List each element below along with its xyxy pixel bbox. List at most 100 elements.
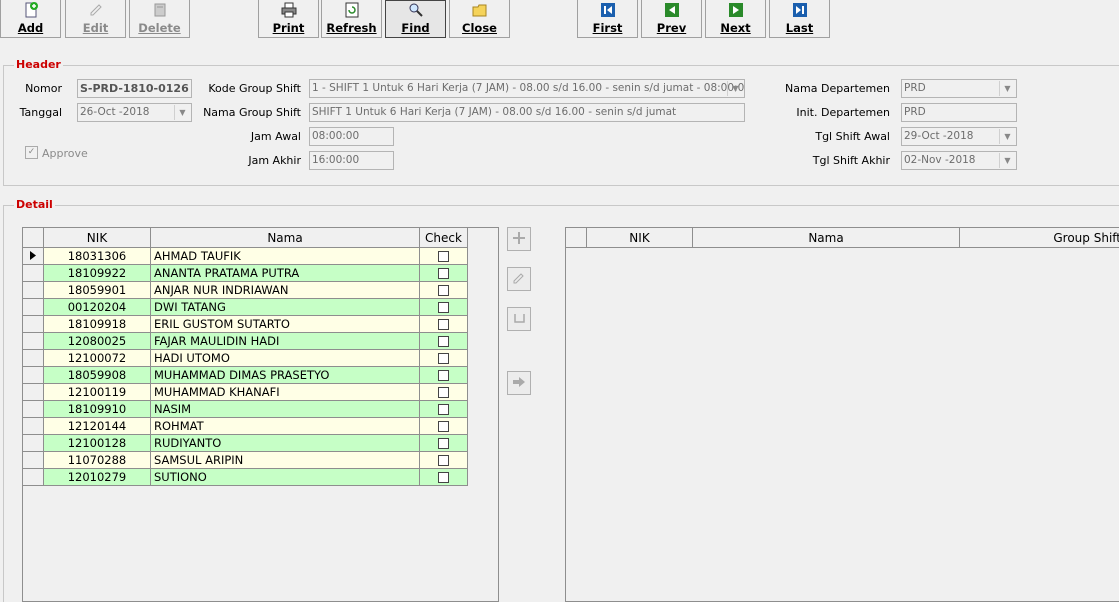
- tgl-awal-field[interactable]: 29-Oct -2018 ▼: [901, 127, 1017, 146]
- row-indicator[interactable]: [22, 366, 44, 384]
- shift-assignment-grid[interactable]: NIK Nama Group Shift: [565, 227, 1119, 602]
- cell-nik[interactable]: 12100119: [43, 383, 151, 401]
- row-indicator[interactable]: [22, 298, 44, 316]
- cell-nik[interactable]: 12010279: [43, 468, 151, 486]
- table-row[interactable]: 12010279 SUTIONO: [22, 468, 468, 486]
- undo-row-button[interactable]: [507, 307, 531, 331]
- cell-nik[interactable]: 18109918: [43, 315, 151, 333]
- prev-button[interactable]: Prev: [641, 0, 702, 38]
- row-checkbox[interactable]: [438, 455, 449, 466]
- chevron-down-icon[interactable]: ▼: [174, 105, 190, 120]
- kode-group-field[interactable]: 1 - SHIFT 1 Untuk 6 Hari Kerja (7 JAM) -…: [309, 79, 745, 98]
- cell-nik[interactable]: 18031306: [43, 247, 151, 265]
- table-row[interactable]: 12100128 RUDIYANTO: [22, 434, 468, 452]
- tanggal-field[interactable]: 26-Oct -2018 ▼: [77, 103, 192, 122]
- cell-nik[interactable]: 11070288: [43, 451, 151, 469]
- jam-awal-field[interactable]: 08:00:00: [309, 127, 394, 146]
- column-header-check[interactable]: Check: [419, 227, 468, 248]
- row-checkbox[interactable]: [438, 268, 449, 279]
- move-right-button[interactable]: [507, 371, 531, 395]
- row-indicator[interactable]: [22, 315, 44, 333]
- row-indicator[interactable]: [22, 281, 44, 299]
- add-row-button[interactable]: [507, 227, 531, 251]
- cell-nama[interactable]: SAMSUL ARIPIN: [150, 451, 420, 469]
- row-checkbox[interactable]: [438, 319, 449, 330]
- nomor-field[interactable]: S-PRD-1810-0126: [77, 79, 192, 98]
- cell-check[interactable]: [419, 349, 468, 367]
- delete-button[interactable]: Delete: [129, 0, 190, 38]
- cell-nama[interactable]: ANJAR NUR INDRIAWAN: [150, 281, 420, 299]
- cell-nama[interactable]: DWI TATANG: [150, 298, 420, 316]
- row-indicator[interactable]: [22, 400, 44, 418]
- cell-nama[interactable]: HADI UTOMO: [150, 349, 420, 367]
- chevron-down-icon[interactable]: ▼: [999, 153, 1015, 168]
- cell-nama[interactable]: ROHMAT: [150, 417, 420, 435]
- table-row[interactable]: 18109922 ANANTA PRATAMA PUTRA: [22, 264, 468, 282]
- cell-check[interactable]: [419, 298, 468, 316]
- cell-nik[interactable]: 18059908: [43, 366, 151, 384]
- chevron-down-icon[interactable]: ▼: [727, 81, 743, 96]
- cell-check[interactable]: [419, 264, 468, 282]
- cell-nik[interactable]: 18109922: [43, 264, 151, 282]
- table-row[interactable]: 18031306 AHMAD TAUFIK: [22, 247, 468, 265]
- cell-nama[interactable]: RUDIYANTO: [150, 434, 420, 452]
- cell-nama[interactable]: MUHAMMAD KHANAFI: [150, 383, 420, 401]
- row-checkbox[interactable]: [438, 370, 449, 381]
- tgl-akhir-field[interactable]: 02-Nov -2018 ▼: [901, 151, 1017, 170]
- row-checkbox[interactable]: [438, 251, 449, 262]
- cell-nik[interactable]: 12120144: [43, 417, 151, 435]
- row-indicator[interactable]: [22, 417, 44, 435]
- table-row[interactable]: 18109918 ERIL GUSTOM SUTARTO: [22, 315, 468, 333]
- row-indicator[interactable]: [22, 451, 44, 469]
- row-checkbox[interactable]: [438, 353, 449, 364]
- cell-nik[interactable]: 00120204: [43, 298, 151, 316]
- row-checkbox[interactable]: [438, 472, 449, 483]
- row-pointer-icon[interactable]: [22, 247, 44, 265]
- row-indicator[interactable]: [22, 332, 44, 350]
- table-row[interactable]: 18109910 NASIM: [22, 400, 468, 418]
- cell-nik[interactable]: 18109910: [43, 400, 151, 418]
- column-header-nama[interactable]: Nama: [692, 228, 960, 248]
- row-indicator[interactable]: [22, 349, 44, 367]
- cell-nama[interactable]: NASIM: [150, 400, 420, 418]
- cell-nik[interactable]: 18059901: [43, 281, 151, 299]
- cell-check[interactable]: [419, 383, 468, 401]
- cell-check[interactable]: [419, 247, 468, 265]
- column-header-nik[interactable]: NIK: [586, 228, 693, 248]
- print-button[interactable]: Print: [258, 0, 319, 38]
- cell-check[interactable]: [419, 332, 468, 350]
- cell-check[interactable]: [419, 400, 468, 418]
- cell-nik[interactable]: 12100128: [43, 434, 151, 452]
- row-checkbox[interactable]: [438, 387, 449, 398]
- last-button[interactable]: Last: [769, 0, 830, 38]
- column-header-nik[interactable]: NIK: [43, 227, 151, 248]
- cell-check[interactable]: [419, 451, 468, 469]
- first-button[interactable]: First: [577, 0, 638, 38]
- row-checkbox[interactable]: [438, 404, 449, 415]
- cell-check[interactable]: [419, 417, 468, 435]
- row-checkbox[interactable]: [438, 438, 449, 449]
- cell-check[interactable]: [419, 281, 468, 299]
- cell-nik[interactable]: 12100072: [43, 349, 151, 367]
- row-checkbox[interactable]: [438, 421, 449, 432]
- add-button[interactable]: Add: [0, 0, 61, 38]
- cell-nama[interactable]: AHMAD TAUFIK: [150, 247, 420, 265]
- table-row[interactable]: 12100119 MUHAMMAD KHANAFI: [22, 383, 468, 401]
- row-indicator[interactable]: [22, 468, 44, 486]
- table-row[interactable]: 12100072 HADI UTOMO: [22, 349, 468, 367]
- cell-check[interactable]: [419, 468, 468, 486]
- cell-nama[interactable]: ERIL GUSTOM SUTARTO: [150, 315, 420, 333]
- next-button[interactable]: Next: [705, 0, 766, 38]
- row-checkbox[interactable]: [438, 302, 449, 313]
- employee-grid[interactable]: NIK Nama Check 18031306 AHMAD TAUFIK 18109…: [22, 227, 499, 602]
- row-checkbox[interactable]: [438, 336, 449, 347]
- row-indicator[interactable]: [22, 434, 44, 452]
- edit-button[interactable]: Edit: [65, 0, 126, 38]
- row-indicator[interactable]: [22, 383, 44, 401]
- column-header-nama[interactable]: Nama: [150, 227, 420, 248]
- init-dept-field[interactable]: PRD: [901, 103, 1017, 122]
- refresh-button[interactable]: Refresh: [321, 0, 382, 38]
- cell-nama[interactable]: ANANTA PRATAMA PUTRA: [150, 264, 420, 282]
- close-button[interactable]: Close: [449, 0, 510, 38]
- cell-check[interactable]: [419, 434, 468, 452]
